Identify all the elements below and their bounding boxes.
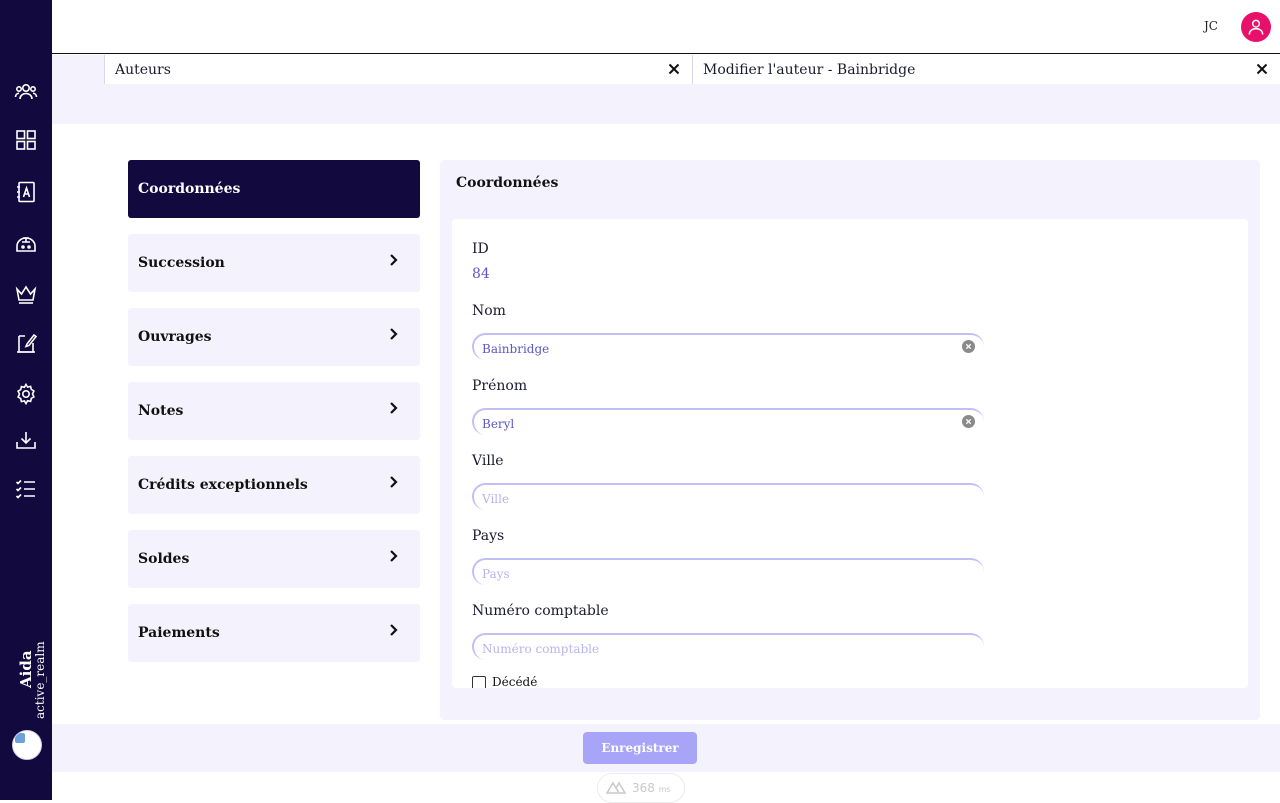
section-coordonnees[interactable]: Coordonnées [128, 160, 420, 218]
numero-comptable-label: Numéro comptable [472, 603, 609, 619]
save-button[interactable]: Enregistrer [583, 732, 697, 764]
gear-icon[interactable] [14, 382, 38, 406]
checklist-icon[interactable] [14, 477, 38, 501]
user-icon [1248, 19, 1264, 35]
download-icon[interactable] [14, 428, 38, 452]
cash-register-icon[interactable] [14, 232, 38, 256]
nom-input[interactable]: Bainbridge [472, 333, 984, 360]
id-label: ID [472, 241, 489, 257]
realm-logo-image [12, 730, 42, 760]
form-card: ID 84 Nom Bainbridge Prénom Beryl Ville … [452, 219, 1248, 688]
chevron-right-icon [390, 254, 398, 266]
ville-placeholder: Ville [482, 491, 510, 506]
section-paiements[interactable]: Paiements [128, 604, 420, 662]
tab-auteurs[interactable]: Auteurs [104, 55, 692, 84]
load-time: 368 ms [632, 781, 671, 795]
prenom-label: Prénom [472, 378, 528, 394]
section-credits-exceptionnels[interactable]: Crédits exceptionnels [128, 456, 420, 514]
users-icon[interactable] [14, 80, 38, 104]
ville-input[interactable]: Ville [472, 483, 984, 510]
chevron-right-icon [390, 402, 398, 414]
numero-comptable-placeholder: Numéro comptable [482, 641, 600, 656]
ville-label: Ville [472, 453, 504, 469]
tab-label: Modifier l'auteur - Bainbridge [703, 61, 916, 78]
realm-name: active_realm [33, 641, 47, 719]
prenom-input[interactable]: Beryl [472, 408, 984, 435]
coordonnees-panel: Coordonnées ID 84 Nom Bainbridge Prénom … [440, 160, 1260, 720]
pays-placeholder: Pays [482, 566, 510, 581]
devtools-pill[interactable]: 368 ms [597, 773, 685, 803]
nom-value: Bainbridge [482, 341, 550, 356]
form-footer: Enregistrer [52, 724, 1280, 772]
section-notes[interactable]: Notes [128, 382, 420, 440]
id-value: 84 [472, 266, 490, 282]
pays-label: Pays [472, 528, 505, 544]
dashboard-grid-icon[interactable] [14, 128, 38, 152]
section-succession[interactable]: Succession [128, 234, 420, 292]
section-label: Succession [138, 255, 225, 271]
pays-input[interactable]: Pays [472, 558, 984, 585]
decede-checkbox[interactable] [472, 676, 486, 688]
tab-label: Auteurs [115, 61, 171, 78]
section-ouvrages[interactable]: Ouvrages [128, 308, 420, 366]
crown-icon[interactable] [14, 282, 38, 306]
close-icon[interactable] [666, 61, 682, 77]
user-avatar[interactable] [1241, 12, 1271, 42]
chevron-right-icon [390, 328, 398, 340]
tabs-bar: Auteurs Modifier l'auteur - Bainbridge [52, 55, 1280, 84]
numero-comptable-input[interactable]: Numéro comptable [472, 633, 984, 660]
section-soldes[interactable]: Soldes [128, 530, 420, 588]
decede-label: Décédé [492, 675, 538, 688]
prenom-value: Beryl [482, 416, 515, 431]
nuxt-logo-icon [606, 781, 626, 794]
section-label: Soldes [138, 551, 190, 567]
user-initials: JC [1204, 19, 1218, 33]
section-label: Paiements [138, 625, 220, 641]
sidebar: Aida active_realm [0, 0, 52, 800]
chevron-right-icon [390, 550, 398, 562]
clear-icon[interactable] [962, 415, 975, 428]
contacts-book-icon[interactable] [14, 180, 38, 204]
section-label: Crédits exceptionnels [138, 477, 308, 493]
top-bar: JC [52, 0, 1280, 54]
chevron-right-icon [390, 476, 398, 488]
contract-sign-icon[interactable] [14, 331, 38, 355]
close-icon[interactable] [1254, 61, 1270, 77]
section-label: Ouvrages [138, 329, 212, 345]
tab-modifier-auteur[interactable]: Modifier l'auteur - Bainbridge [692, 55, 1280, 84]
clear-icon[interactable] [962, 340, 975, 353]
nom-label: Nom [472, 303, 506, 319]
tab-toolbar [52, 84, 1280, 124]
chevron-right-icon [390, 624, 398, 636]
section-label: Coordonnées [138, 181, 241, 197]
section-label: Notes [138, 403, 184, 419]
panel-title: Coordonnées [456, 175, 559, 191]
